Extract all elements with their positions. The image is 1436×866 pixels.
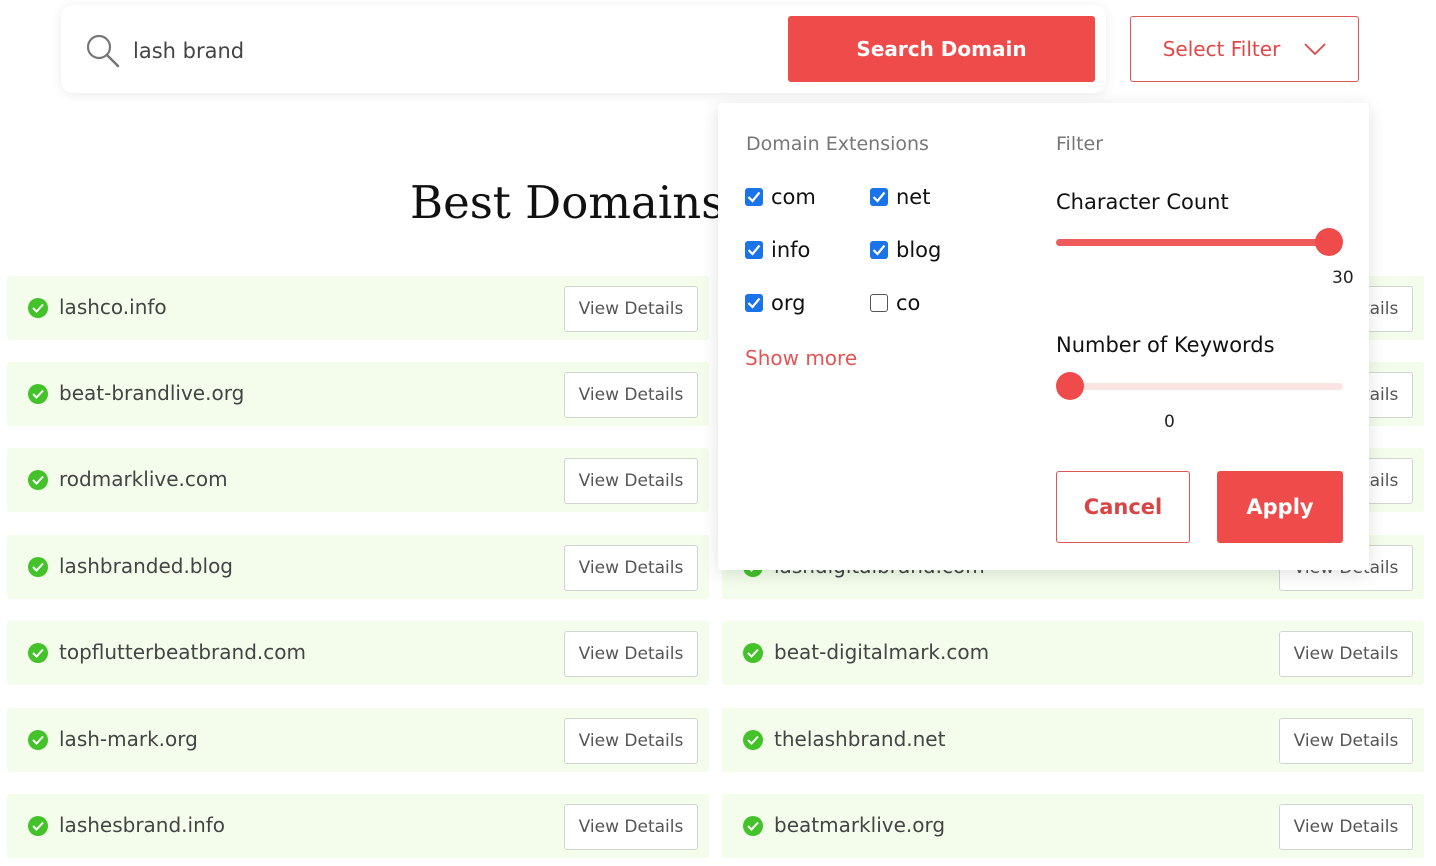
domain-name[interactable]: lash-mark.org — [59, 727, 198, 751]
domain-extensions-heading: Domain Extensions — [746, 133, 929, 155]
available-check-icon — [28, 384, 48, 404]
extension-checkbox-co[interactable]: co — [870, 291, 920, 315]
view-details-button[interactable]: View Details — [564, 718, 698, 764]
checkbox[interactable] — [745, 188, 763, 206]
available-check-icon — [28, 816, 48, 836]
result-card: lash-mark.org View Details — [7, 708, 709, 772]
available-check-icon — [743, 643, 763, 663]
available-check-icon — [28, 470, 48, 490]
view-details-button[interactable]: View Details — [564, 286, 698, 332]
available-check-icon — [28, 557, 48, 577]
show-more-link[interactable]: Show more — [745, 346, 857, 370]
domain-name[interactable]: beatmarklive.org — [774, 813, 945, 837]
extension-checkbox-info[interactable]: info — [745, 238, 810, 262]
view-details-button[interactable]: View Details — [1279, 804, 1413, 850]
view-details-button[interactable]: View Details — [564, 804, 698, 850]
slider-thumb[interactable] — [1056, 372, 1084, 400]
filter-dropdown: Domain Extensions com net info blog org … — [718, 103, 1369, 570]
result-card: thelashbrand.net View Details — [722, 708, 1424, 772]
search-domain-button[interactable]: Search Domain — [788, 16, 1095, 82]
checkbox[interactable] — [870, 188, 888, 206]
result-card: topflutterbeatbrand.com View Details — [7, 621, 709, 685]
available-check-icon — [743, 730, 763, 750]
filter-heading: Filter — [1056, 133, 1104, 155]
character-count-slider[interactable] — [1056, 228, 1343, 256]
checkbox[interactable] — [745, 294, 763, 312]
extension-label: blog — [896, 238, 942, 262]
view-details-button[interactable]: View Details — [564, 372, 698, 418]
available-check-icon — [743, 816, 763, 836]
character-count-value: 30 — [1332, 268, 1354, 288]
select-filter-button[interactable]: Select Filter — [1130, 16, 1359, 82]
domain-name[interactable]: lashbranded.blog — [59, 554, 233, 578]
available-check-icon — [28, 730, 48, 750]
result-card: beat-brandlive.org View Details — [7, 362, 709, 426]
domain-name[interactable]: thelashbrand.net — [774, 727, 945, 751]
view-details-button[interactable]: View Details — [1279, 631, 1413, 677]
result-card: lashco.info View Details — [7, 276, 709, 340]
available-check-icon — [28, 298, 48, 318]
view-details-button[interactable]: View Details — [1279, 718, 1413, 764]
domain-name[interactable]: lashco.info — [59, 295, 167, 319]
view-details-button[interactable]: View Details — [564, 545, 698, 591]
domain-name[interactable]: rodmarklive.com — [59, 467, 228, 491]
result-card: beatmarklive.org View Details — [722, 794, 1424, 858]
select-filter-label: Select Filter — [1162, 37, 1281, 61]
result-card: rodmarklive.com View Details — [7, 448, 709, 512]
extension-label: net — [896, 185, 931, 209]
extension-checkbox-org[interactable]: org — [745, 291, 805, 315]
view-details-button[interactable]: View Details — [564, 458, 698, 504]
extension-label: co — [896, 291, 921, 315]
search-icon — [86, 34, 120, 68]
extension-checkbox-net[interactable]: net — [870, 185, 930, 209]
result-card: beat-digitalmark.com View Details — [722, 621, 1424, 685]
character-count-label: Character Count — [1056, 190, 1229, 214]
extension-label: info — [771, 238, 811, 262]
slider-thumb[interactable] — [1315, 228, 1343, 256]
domain-name[interactable]: beat-brandlive.org — [59, 381, 244, 405]
apply-button[interactable]: Apply — [1217, 471, 1343, 543]
result-card: lashbranded.blog View Details — [7, 535, 709, 599]
result-card: lashesbrand.info View Details — [7, 794, 709, 858]
extension-checkbox-blog[interactable]: blog — [870, 238, 941, 262]
domain-name[interactable]: lashesbrand.info — [59, 813, 225, 837]
cancel-button[interactable]: Cancel — [1056, 471, 1190, 543]
keywords-slider[interactable] — [1056, 372, 1343, 400]
extension-label: org — [771, 291, 806, 315]
extension-checkbox-com[interactable]: com — [745, 185, 816, 209]
view-details-button[interactable]: View Details — [564, 631, 698, 677]
extension-label: com — [771, 185, 816, 209]
keywords-value: 0 — [1164, 412, 1175, 432]
search-input[interactable] — [131, 31, 775, 71]
domain-name[interactable]: topflutterbeatbrand.com — [59, 640, 306, 664]
checkbox[interactable] — [745, 241, 763, 259]
keywords-label: Number of Keywords — [1056, 333, 1275, 357]
page-title: Best Domains f — [410, 176, 730, 229]
slider-fill — [1056, 239, 1329, 246]
checkbox[interactable] — [870, 294, 888, 312]
chevron-down-icon — [1304, 43, 1326, 56]
domain-name[interactable]: beat-digitalmark.com — [774, 640, 989, 664]
checkbox[interactable] — [870, 241, 888, 259]
available-check-icon — [28, 643, 48, 663]
search-bar: Search Domain — [61, 5, 1106, 93]
